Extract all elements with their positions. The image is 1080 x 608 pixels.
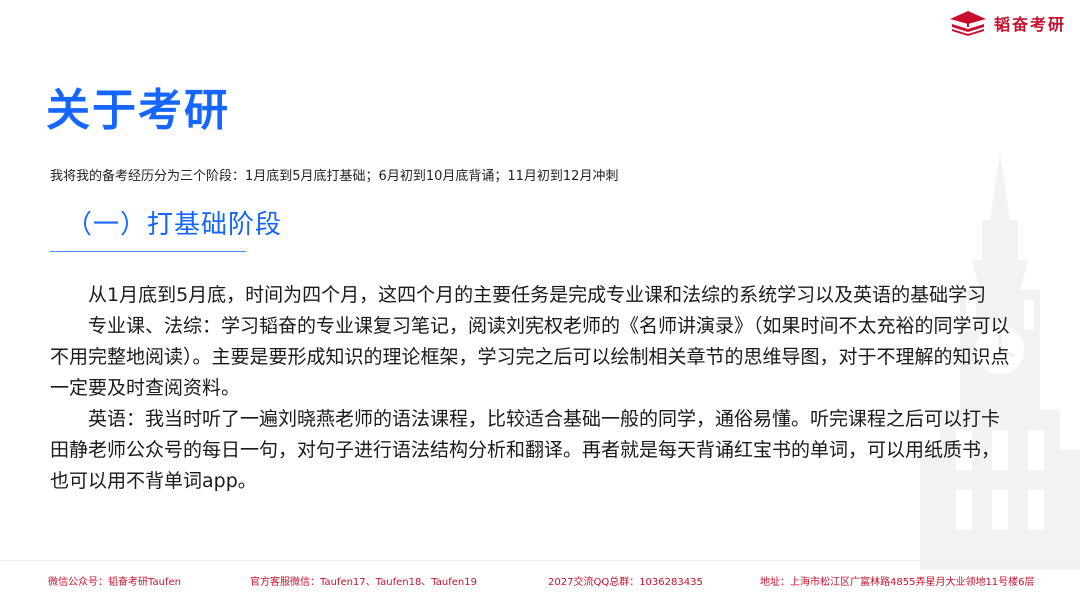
brand: 韬奋考研 [948,10,1066,36]
intro-text: 我将我的备考经历分为三个阶段：1月底到5月底打基础；6月初到10月底背诵；11月… [50,169,619,184]
footer-service: 官方客服微信：Taufen17、Taufen18、Taufen19 [250,577,477,588]
footer-qq: 2027交流QQ总群：1036283435 [548,577,703,588]
footer-address: 地址：上海市松江区广富林路4855弄星月大业领地11号楼6层 [760,577,1035,588]
slide: 韬奋考研 关于考研 我将我的备考经历分为三个阶段：1月底到5月底打基础；6月初到… [0,0,1080,608]
book-stack-logo-icon [949,11,986,36]
paragraph-overview: 从1月底到5月底，时间为四个月，这四个月的主要任务是完成专业课和法综的系统学习以… [88,284,987,306]
footer-wechat: 微信公众号：韬奋考研Taufen [48,577,181,588]
page-title: 关于考研 [46,85,230,136]
footer: 微信公众号：韬奋考研Taufen 官方客服微信：Taufen17、Taufen1… [0,573,1080,591]
section-heading: （一）打基础阶段 [66,210,283,240]
footer-divider [0,560,1080,561]
paragraph-english: 英语：我当时听了一遍刘晓燕老师的语法课程，比较适合基础一般的同学，通俗易懂。听完… [50,408,1001,492]
body-text: 从1月底到5月底，时间为四个月，这四个月的主要任务是完成专业课和法综的系统学习以… [50,280,1010,497]
brand-name: 韬奋考研 [993,15,1066,34]
section-divider [50,251,246,252]
paragraph-law: 专业课、法综：学习韬奋的专业课复习笔记，阅读刘宪权老师的《名师讲演录》（如果时间… [50,315,1010,399]
